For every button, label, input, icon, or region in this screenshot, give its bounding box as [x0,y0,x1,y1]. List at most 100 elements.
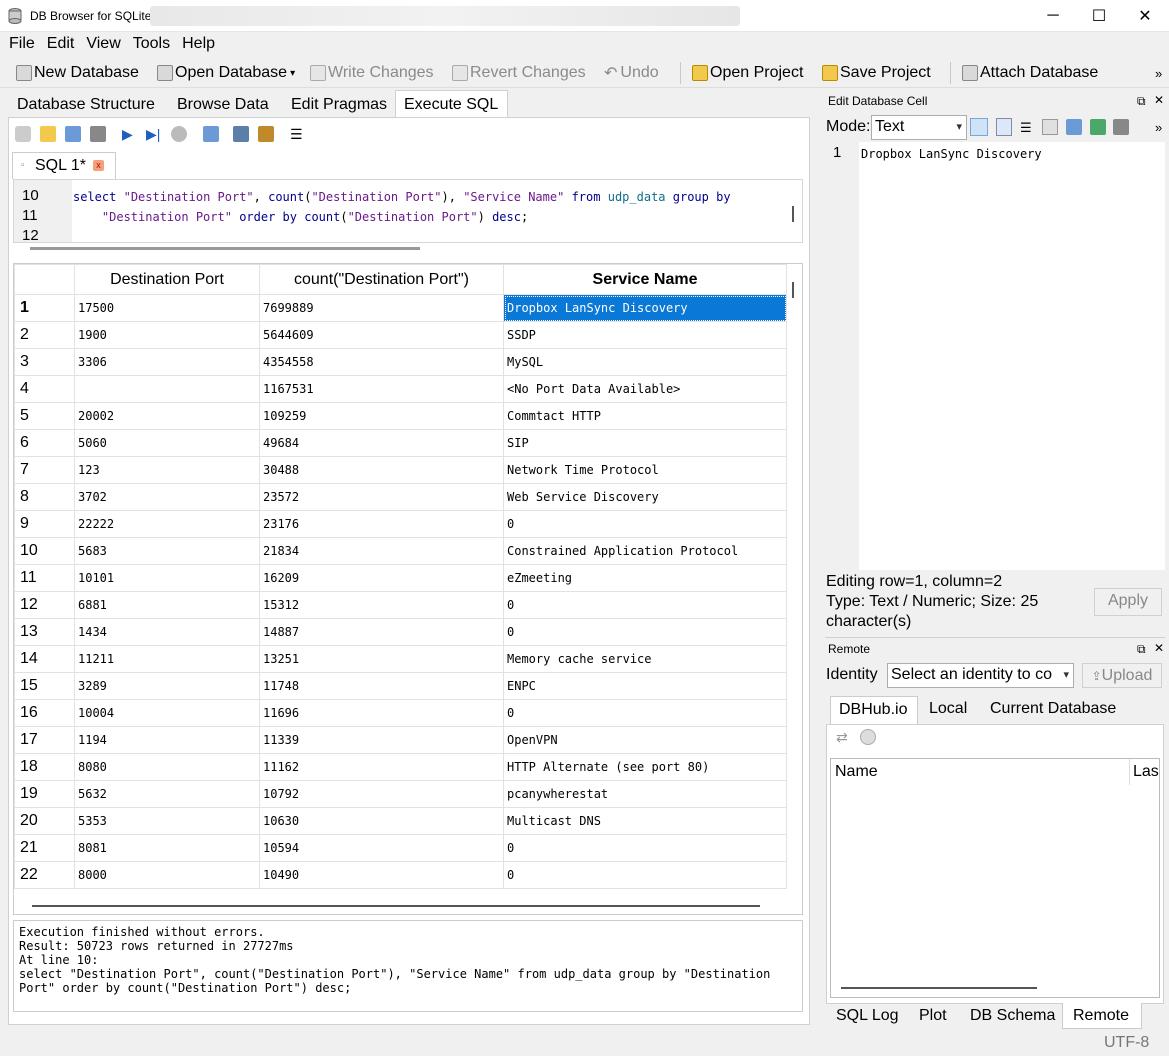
cell-service-name[interactable]: Constrained Application Protocol [503,537,787,565]
execute-current-line-icon[interactable]: ▶| [146,126,162,142]
float-panel-icon[interactable]: ⧉ [1137,642,1146,657]
comment-lines-icon[interactable]: ☰ [290,126,306,142]
cell-service-name[interactable]: OpenVPN [503,726,787,754]
editor-vertical-scrollbar[interactable] [792,206,794,222]
cell-destination-port[interactable]: 3306 [74,348,260,376]
float-panel-icon[interactable]: ⧉ [1137,94,1146,109]
table-row[interactable]: 18 8080 11162 HTTP Alternate (see port 80) [14,753,787,781]
cell-count[interactable]: 49684 [259,429,504,457]
set-null-icon[interactable] [1113,119,1129,135]
sql-editor-tab[interactable]: ▫ SQL 1* x [12,152,116,179]
close-tab-icon[interactable]: x [93,160,104,171]
table-row[interactable]: 14 11211 13251 Memory cache service [14,645,787,673]
cell-destination-port[interactable]: 5353 [74,807,260,835]
cell-service-name[interactable]: 0 [503,510,787,538]
cell-count[interactable]: 5644609 [259,321,504,349]
cell-destination-port[interactable]: 20002 [74,402,260,430]
cell-count[interactable]: 7699889 [259,294,504,322]
cell-destination-port[interactable]: 123 [74,456,260,484]
table-row[interactable]: 22 8000 10490 0 [14,861,787,889]
cell-count[interactable]: 10594 [259,834,504,862]
menu-tools[interactable]: Tools [127,33,176,55]
menu-help[interactable]: Help [176,33,221,55]
cell-destination-port[interactable]: 5632 [74,780,260,808]
cell-service-name[interactable]: Commtact HTTP [503,402,787,430]
table-row[interactable]: 3 3306 4354558 MySQL [14,348,787,376]
open-project-button[interactable]: Open Project [692,62,803,84]
identity-select[interactable]: Select an identity to co ▾ [887,663,1074,688]
cell-service-name[interactable]: HTTP Alternate (see port 80) [503,753,787,781]
cell-destination-port[interactable]: 5683 [74,537,260,565]
save-project-button[interactable]: Save Project [822,62,931,84]
cell-destination-port[interactable]: 1900 [74,321,260,349]
sql-editor[interactable]: 10 11 12 select "Destination Port", coun… [13,179,803,244]
cell-service-name[interactable]: 0 [503,618,787,646]
apply-button[interactable]: Apply [1094,588,1162,616]
cell-destination-port[interactable]: 5060 [74,429,260,457]
cell-service-name[interactable]: pcanywherestat [503,780,787,808]
auto-format-icon[interactable] [970,118,988,136]
cell-destination-port[interactable]: 6881 [74,591,260,619]
table-row[interactable]: 13 1434 14887 0 [14,618,787,646]
align-icon[interactable]: ☰ [1020,120,1032,136]
minimize-button[interactable]: ─ [1030,0,1076,32]
table-row[interactable]: 7 123 30488 Network Time Protocol [14,456,787,484]
cell-service-name[interactable]: MySQL [503,348,787,376]
upload-button[interactable]: ⇪Upload [1082,663,1162,688]
cell-count[interactable]: 10490 [259,861,504,889]
find-text-icon[interactable] [233,126,249,142]
new-database-button[interactable]: New Database [16,62,139,84]
tab-execute-sql[interactable]: Execute SQL [395,90,508,118]
cell-count[interactable]: 23176 [259,510,504,538]
grid-vertical-scrollbar[interactable] [792,282,794,298]
import-icon[interactable] [1066,119,1082,135]
table-row[interactable]: 9 22222 23176 0 [14,510,787,538]
cell-service-name[interactable]: ENPC [503,672,787,700]
open-tab-icon[interactable] [15,126,31,142]
mode-select[interactable]: Text ▾ [871,115,967,140]
cell-destination-port[interactable]: 8080 [74,753,260,781]
cell-count[interactable]: 13251 [259,645,504,673]
table-row[interactable]: 10 5683 21834 Constrained Application Proto… [14,537,787,565]
write-changes-button[interactable]: Write Changes [310,62,434,84]
table-row[interactable]: 5 20002 109259 Commtact HTTP [14,402,787,430]
table-row[interactable]: 8 3702 23572 Web Service Discovery [14,483,787,511]
tab-edit-pragmas[interactable]: Edit Pragmas [282,90,396,118]
maximize-button[interactable]: ☐ [1076,0,1122,32]
tab-current-database[interactable]: Current Database [990,700,1116,718]
close-panel-icon[interactable]: ✕ [1154,93,1164,107]
cell-destination-port[interactable]: 3702 [74,483,260,511]
cell-count[interactable]: 109259 [259,402,504,430]
tab-database-structure[interactable]: Database Structure [8,90,164,118]
word-wrap-icon[interactable] [996,118,1012,136]
undo-button[interactable]: ↶ Undo [604,62,659,84]
column-header-last[interactable]: Las [1133,763,1159,781]
edit-toolbar-overflow-icon[interactable]: » [1155,120,1162,135]
cell-count[interactable]: 14887 [259,618,504,646]
remote-tree[interactable]: Name Las [830,758,1160,998]
cell-count[interactable]: 23572 [259,483,504,511]
table-row[interactable]: 2 1900 5644609 SSDP [14,321,787,349]
column-header-name[interactable]: Name [835,763,878,781]
tab-remote[interactable]: Remote [1062,1003,1142,1029]
cell-service-name[interactable]: Multicast DNS [503,807,787,835]
cell-service-name[interactable]: Web Service Discovery [503,483,787,511]
cell-destination-port[interactable]: 3289 [74,672,260,700]
cell-service-name[interactable]: Network Time Protocol [503,456,787,484]
cell-service-name[interactable]: 0 [503,834,787,862]
table-row[interactable]: 20 5353 10630 Multicast DNS [14,807,787,835]
null-icon[interactable] [1042,119,1058,135]
cell-count[interactable]: 11339 [259,726,504,754]
cell-editor[interactable]: 1 Dropbox LanSync Discovery [825,142,1165,570]
table-row[interactable]: 21 8081 10594 0 [14,834,787,862]
tab-sql-log[interactable]: SQL Log [826,1003,909,1029]
menu-view[interactable]: View [80,33,126,55]
cell-destination-port[interactable]: 22222 [74,510,260,538]
save-results-icon[interactable] [203,126,219,142]
stop-execution-icon[interactable] [171,126,187,142]
save-sql-file-icon[interactable] [65,126,81,142]
close-panel-icon[interactable]: ✕ [1154,641,1164,655]
revert-changes-button[interactable]: Revert Changes [452,62,586,84]
execute-all-icon[interactable]: ▶ [122,126,138,142]
cell-service-name[interactable]: <No Port Data Available> [503,375,787,403]
